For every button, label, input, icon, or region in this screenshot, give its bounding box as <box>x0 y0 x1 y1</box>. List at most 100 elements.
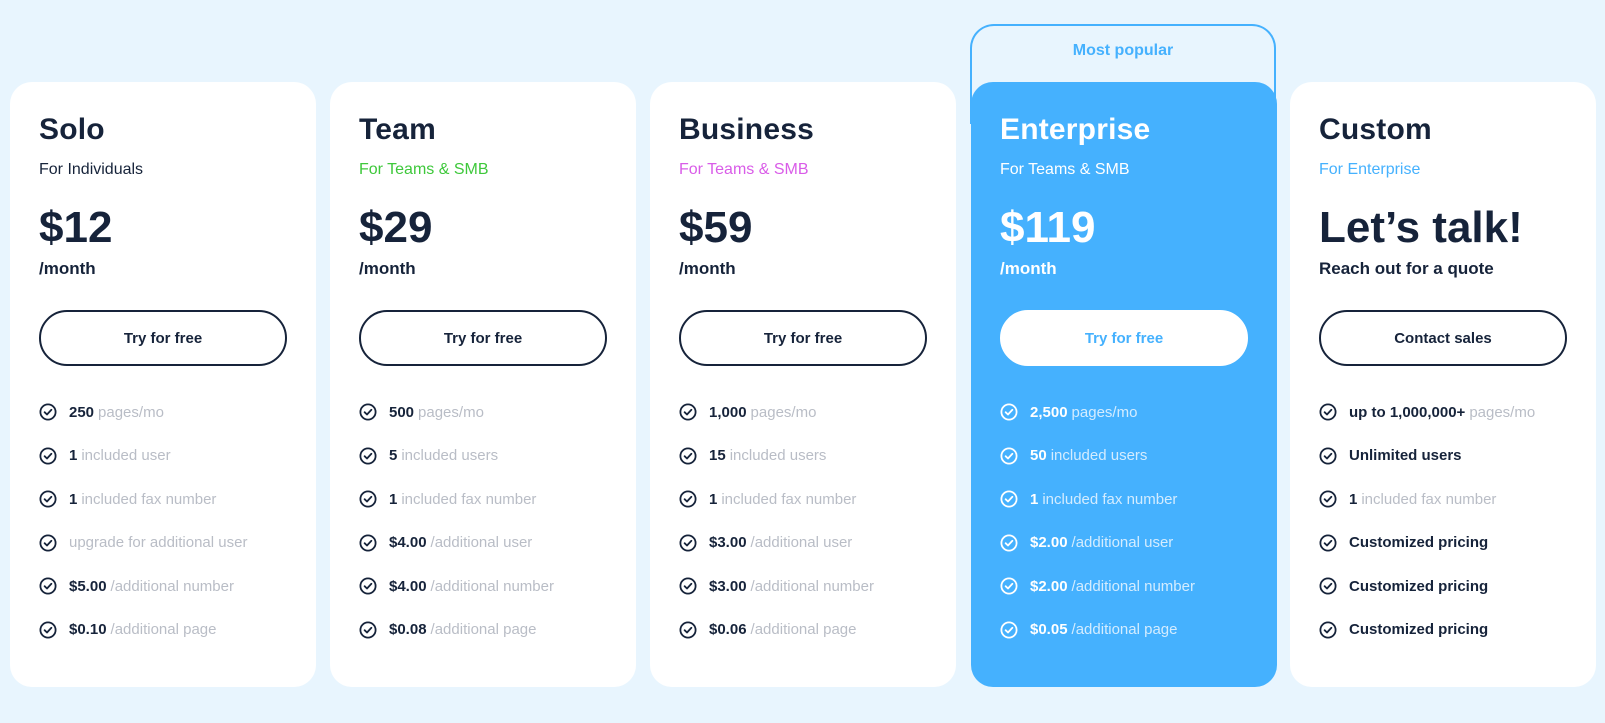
feature-list: 250 pages/mo 1 included user 1 included … <box>39 402 287 640</box>
try-for-free-button[interactable]: Try for free <box>359 310 607 366</box>
try-for-free-button[interactable]: Try for free <box>679 310 927 366</box>
pricing-card-team: Team For Teams & SMB $29 /month Try for … <box>330 82 636 687</box>
pricing-card-solo: Solo For Individuals $12 /month Try for … <box>10 82 316 687</box>
feature-label: included fax number <box>721 490 857 508</box>
check-circle-icon <box>1319 403 1337 421</box>
feature-label: /additional number <box>430 577 554 595</box>
feature-label: included users <box>729 447 827 464</box>
feature-value: 250 <box>69 403 95 421</box>
check-circle-icon <box>39 403 57 421</box>
plan-price: $12 <box>39 203 113 252</box>
plan-name: Team <box>359 113 436 146</box>
feature-value: 5 <box>389 447 398 464</box>
check-circle-icon <box>1000 403 1018 421</box>
plan-period: /month <box>39 259 96 278</box>
feature-label: included fax number <box>81 490 217 508</box>
feature-value: 1 <box>389 490 398 508</box>
check-circle-icon <box>359 534 377 552</box>
check-circle-icon <box>679 534 697 552</box>
feature-label: included users <box>1050 447 1148 464</box>
feature-value: $4.00 <box>389 534 427 551</box>
feature-value: $2.00 <box>1030 534 1068 551</box>
check-circle-icon <box>679 403 697 421</box>
check-circle-icon <box>1000 577 1018 595</box>
check-circle-icon <box>359 490 377 508</box>
feature-value: $0.05 <box>1030 621 1068 638</box>
feature-item: 1 included fax number <box>39 489 287 509</box>
plan-period: /month <box>359 259 416 278</box>
check-circle-icon <box>679 490 697 508</box>
feature-label: /additional user <box>1071 534 1174 551</box>
feature-item: $4.00 /additional user <box>359 533 607 553</box>
feature-label: included fax number <box>1042 490 1178 508</box>
plan-price: Let’s talk! <box>1319 203 1523 252</box>
try-for-free-button[interactable]: Try for free <box>1000 310 1248 366</box>
plan-period: Reach out for a quote <box>1319 259 1494 278</box>
feature-label: /additional page <box>110 621 217 638</box>
feature-value: 50 <box>1030 447 1047 464</box>
feature-item: Customized pricing <box>1319 620 1567 640</box>
feature-item: $4.00 /additional number <box>359 576 607 596</box>
feature-item: $0.10 /additional page <box>39 620 287 640</box>
feature-label: pages/mo <box>1469 403 1536 421</box>
plan-subtitle: For Teams & SMB <box>1000 161 1130 178</box>
feature-label: /additional page <box>1071 621 1178 638</box>
check-circle-icon <box>39 621 57 639</box>
check-circle-icon <box>679 621 697 639</box>
check-circle-icon <box>1319 447 1337 465</box>
feature-label: included user <box>81 447 171 464</box>
plan-price: $29 <box>359 203 433 252</box>
pricing-card-enterprise: Enterprise For Teams & SMB $119 /month T… <box>971 82 1277 687</box>
feature-label: upgrade for additional user <box>69 534 248 551</box>
pricing-card-custom: Custom For Enterprise Let’s talk! Reach … <box>1290 82 1596 687</box>
feature-label: /additional number <box>110 577 234 595</box>
feature-value: 1 <box>1030 490 1039 508</box>
check-circle-icon <box>1000 447 1018 465</box>
feature-value: Customized pricing <box>1349 621 1489 638</box>
feature-label: included fax number <box>401 490 537 508</box>
feature-label: /additional page <box>430 621 537 638</box>
try-for-free-button[interactable]: Try for free <box>39 310 287 366</box>
feature-item: 1 included fax number <box>679 489 927 509</box>
check-circle-icon <box>679 447 697 465</box>
plan-subtitle: For Enterprise <box>1319 161 1421 178</box>
check-circle-icon <box>1319 534 1337 552</box>
check-circle-icon <box>1000 490 1018 508</box>
plan-price: $119 <box>1000 203 1096 252</box>
feature-label: pages/mo <box>418 403 484 421</box>
feature-item: 5 included users <box>359 446 607 466</box>
feature-label: /additional page <box>750 621 857 638</box>
check-circle-icon <box>39 490 57 508</box>
feature-value: $3.00 <box>709 534 747 551</box>
plan-name: Custom <box>1319 113 1432 146</box>
feature-value: $2.00 <box>1030 577 1068 595</box>
plan-period: /month <box>1000 259 1057 278</box>
feature-label: /additional number <box>1071 577 1195 595</box>
check-circle-icon <box>1319 490 1337 508</box>
check-circle-icon <box>359 577 377 595</box>
feature-label: pages/mo <box>98 403 164 421</box>
feature-value: $0.06 <box>709 621 747 638</box>
feature-item: $3.00 /additional number <box>679 576 927 596</box>
plan-name: Enterprise <box>1000 113 1151 146</box>
most-popular-badge: Most popular <box>1072 42 1174 59</box>
check-circle-icon <box>39 534 57 552</box>
contact-sales-button[interactable]: Contact sales <box>1319 310 1567 366</box>
feature-value: Customized pricing <box>1349 577 1489 595</box>
check-circle-icon <box>1000 534 1018 552</box>
feature-label: included users <box>401 447 499 464</box>
feature-label: pages/mo <box>1071 403 1138 421</box>
feature-item: $3.00 /additional user <box>679 533 927 553</box>
feature-label: /additional user <box>750 534 853 551</box>
feature-item: Customized pricing <box>1319 576 1567 596</box>
feature-value: Unlimited users <box>1349 447 1462 464</box>
feature-value: 2,500 <box>1030 403 1068 421</box>
feature-item: Unlimited users <box>1319 446 1567 466</box>
feature-value: 1 <box>709 490 718 508</box>
feature-item: $0.06 /additional page <box>679 620 927 640</box>
feature-item: 50 included users <box>1000 446 1248 466</box>
plan-subtitle: For Teams & SMB <box>359 161 489 178</box>
feature-item: up to 1,000,000+ pages/mo <box>1319 402 1567 422</box>
check-circle-icon <box>1319 577 1337 595</box>
feature-item: $5.00 /additional number <box>39 576 287 596</box>
